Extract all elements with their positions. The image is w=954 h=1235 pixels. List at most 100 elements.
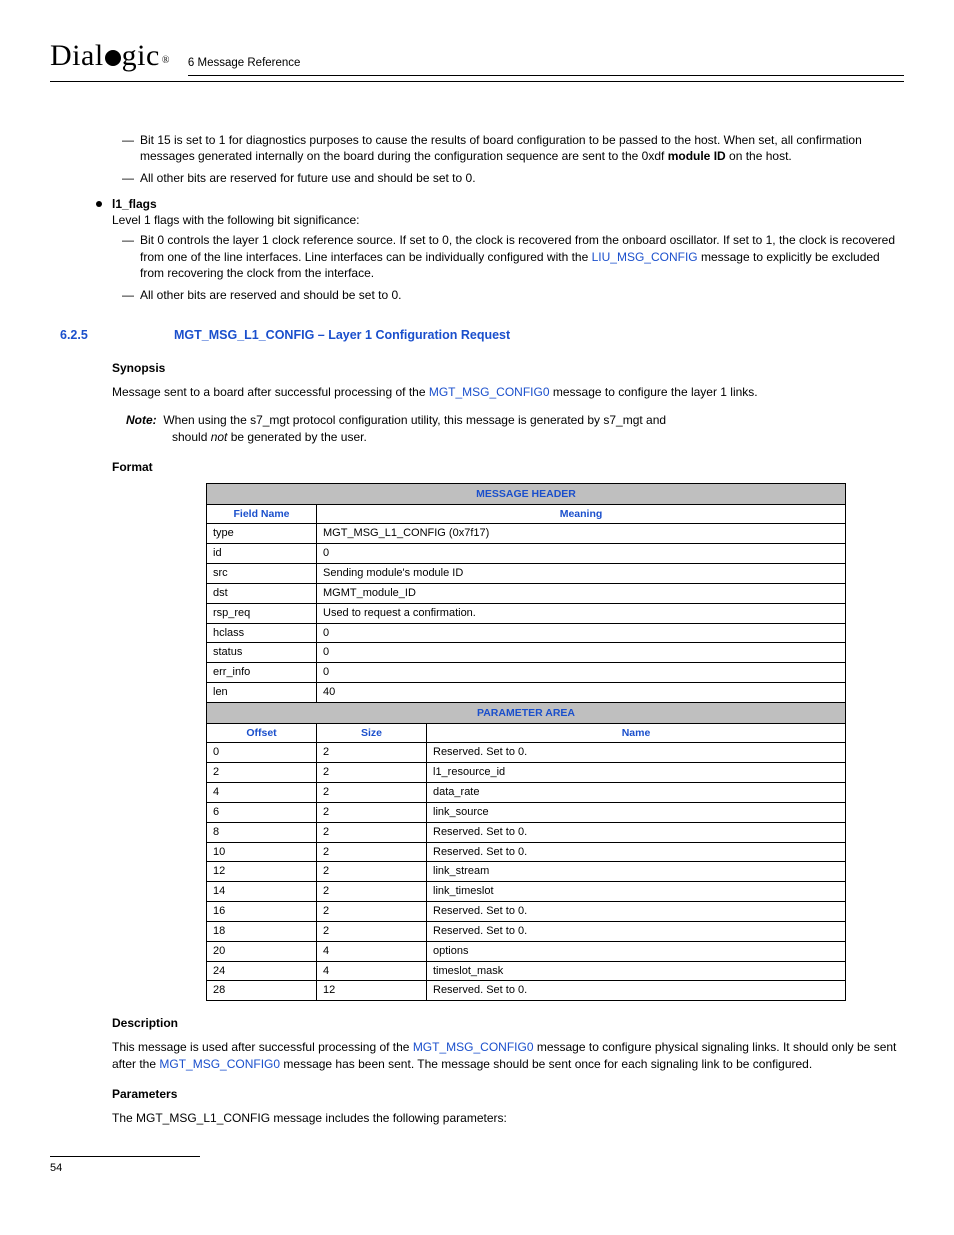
cell-offset: 6	[207, 802, 317, 822]
cell-name: l1_resource_id	[427, 763, 846, 783]
cell-offset: 8	[207, 822, 317, 842]
cross-ref-link[interactable]: MGT_MSG_CONFIG0	[413, 1040, 534, 1054]
synopsis-heading: Synopsis	[112, 360, 900, 376]
note-continuation: should not be generated by the user.	[172, 429, 900, 445]
section-heading: 6.2.5 MGT_MSG_L1_CONFIG – Layer 1 Config…	[60, 327, 900, 344]
cell-offset: 14	[207, 882, 317, 902]
cell-meaning: 40	[317, 683, 846, 703]
col-header: Name	[427, 724, 846, 743]
text: This message is used after successful pr…	[112, 1040, 413, 1054]
cell-offset: 28	[207, 981, 317, 1001]
note-block: Note: When using the s7_mgt protocol con…	[126, 412, 900, 444]
cross-ref-link[interactable]: LIU_MSG_CONFIG	[592, 250, 698, 264]
cell-size: 2	[317, 782, 427, 802]
col-header: Meaning	[317, 505, 846, 524]
page-header: Dialgic® 6 Message Reference	[50, 36, 904, 82]
cell-meaning: 0	[317, 663, 846, 683]
description-text: This message is used after successful pr…	[112, 1039, 900, 1071]
cell-name: Reserved. Set to 0.	[427, 743, 846, 763]
text: be generated by the user.	[227, 430, 366, 444]
text: message to configure the layer 1 links.	[550, 385, 758, 399]
param-desc: Level 1 flags with the following bit sig…	[112, 212, 900, 228]
cell-name: Reserved. Set to 0.	[427, 822, 846, 842]
cell-name: link_timeslot	[427, 882, 846, 902]
cell-offset: 20	[207, 941, 317, 961]
cell-meaning: Sending module's module ID	[317, 564, 846, 584]
cell-field: src	[207, 564, 317, 584]
table-row: 82Reserved. Set to 0.	[207, 822, 846, 842]
table-row: 62link_source	[207, 802, 846, 822]
cell-meaning: 0	[317, 544, 846, 564]
cell-name: link_source	[427, 802, 846, 822]
text: on the host.	[726, 149, 792, 163]
message-format-table: MESSAGE HEADER Field Name Meaning typeMG…	[206, 483, 846, 1001]
cross-ref-link[interactable]: MGT_MSG_CONFIG0	[429, 385, 550, 399]
footer-rule	[50, 1156, 200, 1157]
table-band: MESSAGE HEADER	[207, 484, 846, 505]
cell-offset: 2	[207, 763, 317, 783]
table-row: 162Reserved. Set to 0.	[207, 902, 846, 922]
brand-logo: Dialgic®	[50, 36, 170, 77]
cell-meaning: 0	[317, 623, 846, 643]
table-row: rsp_reqUsed to request a confirmation.	[207, 603, 846, 623]
cell-size: 2	[317, 882, 427, 902]
cell-meaning: 0	[317, 643, 846, 663]
table-row: 42data_rate	[207, 782, 846, 802]
col-header: Offset	[207, 724, 317, 743]
carryover-dash-list: Bit 15 is set to 1 for diagnostics purpo…	[112, 132, 900, 187]
cell-size: 2	[317, 842, 427, 862]
list-item: Bit 15 is set to 1 for diagnostics purpo…	[112, 132, 900, 164]
page-footer: 54	[50, 1156, 904, 1176]
cell-size: 12	[317, 981, 427, 1001]
cell-name: Reserved. Set to 0.	[427, 842, 846, 862]
col-header: Field Name	[207, 505, 317, 524]
chapter-reference: 6 Message Reference	[188, 56, 904, 76]
description-heading: Description	[112, 1015, 900, 1031]
parameters-text: The MGT_MSG_L1_CONFIG message includes t…	[112, 1110, 900, 1126]
table-row: 02Reserved. Set to 0.	[207, 743, 846, 763]
param-label: l1_flags	[112, 197, 157, 211]
table-row: typeMGT_MSG_L1_CONFIG (0x7f17)	[207, 524, 846, 544]
cell-field: rsp_req	[207, 603, 317, 623]
cell-size: 2	[317, 802, 427, 822]
table-row: 182Reserved. Set to 0.	[207, 921, 846, 941]
table-row: status0	[207, 643, 846, 663]
parameters-heading: Parameters	[112, 1086, 900, 1102]
cell-size: 2	[317, 862, 427, 882]
cell-offset: 16	[207, 902, 317, 922]
synopsis-text: Message sent to a board after successful…	[112, 384, 900, 400]
table-row: 122link_stream	[207, 862, 846, 882]
cell-meaning: MGT_MSG_L1_CONFIG (0x7f17)	[317, 524, 846, 544]
cell-size: 2	[317, 902, 427, 922]
cell-size: 2	[317, 822, 427, 842]
cell-offset: 24	[207, 961, 317, 981]
cell-field: dst	[207, 583, 317, 603]
list-item: All other bits are reserved for future u…	[112, 170, 900, 186]
section-number: 6.2.5	[60, 327, 174, 344]
table-row: dstMGMT_module_ID	[207, 583, 846, 603]
note-label: Note:	[126, 413, 157, 427]
table-row: err_info0	[207, 663, 846, 683]
cell-size: 2	[317, 921, 427, 941]
cell-name: data_rate	[427, 782, 846, 802]
cell-field: hclass	[207, 623, 317, 643]
cell-size: 4	[317, 941, 427, 961]
cross-ref-link[interactable]: MGT_MSG_CONFIG0	[159, 1057, 280, 1071]
cell-name: Reserved. Set to 0.	[427, 902, 846, 922]
col-header: Size	[317, 724, 427, 743]
cell-name: options	[427, 941, 846, 961]
table-row: srcSending module's module ID	[207, 564, 846, 584]
text: should	[172, 430, 211, 444]
table-row: 204options	[207, 941, 846, 961]
cell-field: status	[207, 643, 317, 663]
table-band: PARAMETER AREA	[207, 702, 846, 723]
table-row: id0	[207, 544, 846, 564]
cell-name: link_stream	[427, 862, 846, 882]
cell-field: id	[207, 544, 317, 564]
list-item: Bit 0 controls the layer 1 clock referen…	[112, 232, 900, 281]
cell-meaning: MGMT_module_ID	[317, 583, 846, 603]
cell-meaning: Used to request a confirmation.	[317, 603, 846, 623]
table-row: len40	[207, 683, 846, 703]
cell-size: 4	[317, 961, 427, 981]
section-title: MGT_MSG_L1_CONFIG – Layer 1 Configuratio…	[174, 327, 510, 344]
